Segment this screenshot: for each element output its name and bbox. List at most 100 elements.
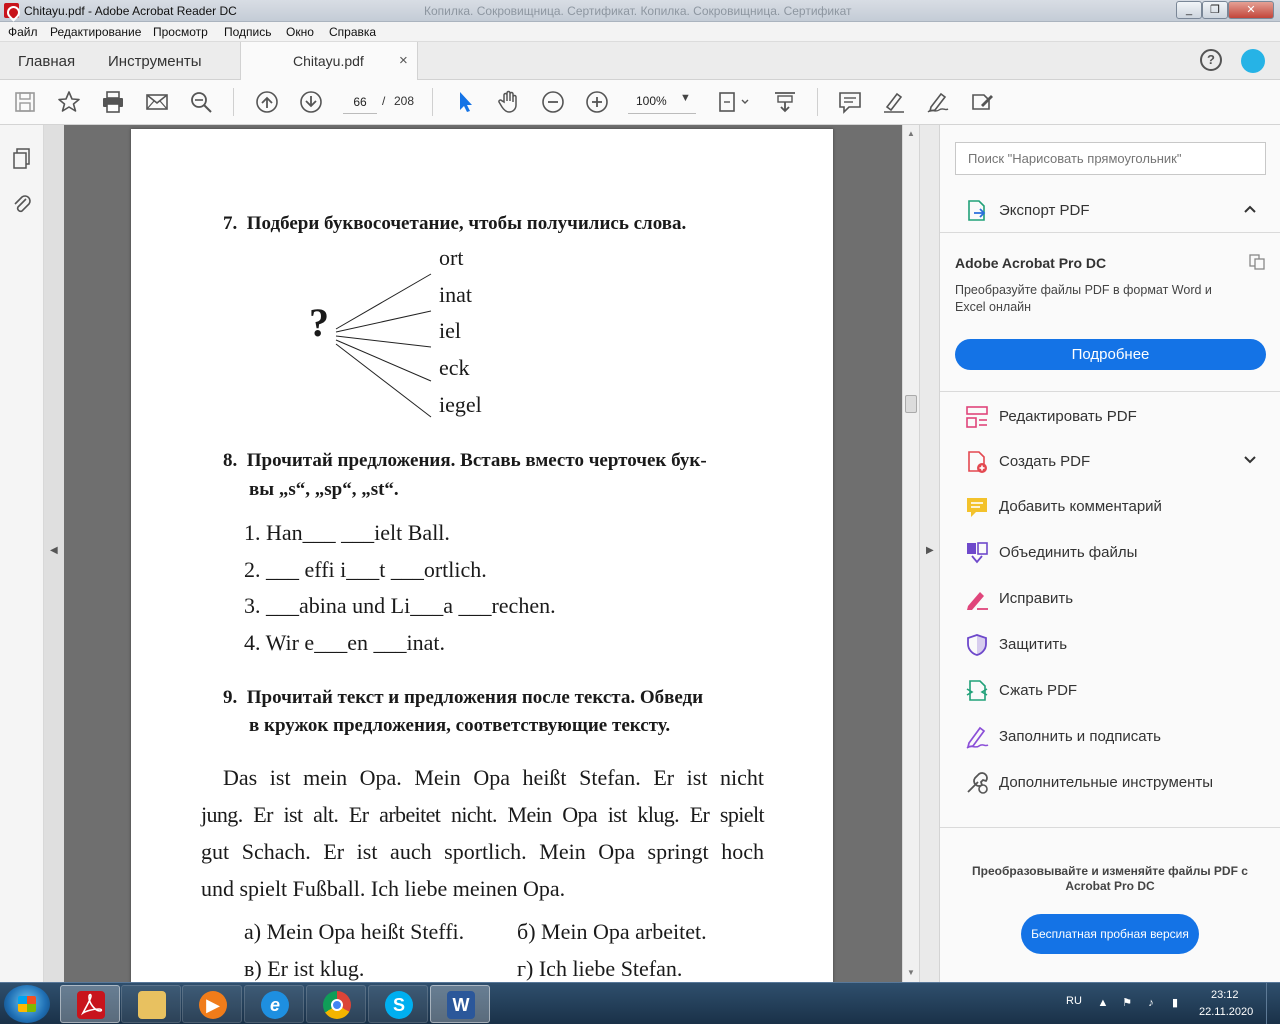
left-panel-toggle[interactable]: ◀ bbox=[44, 125, 64, 982]
attachment-paperclip-icon[interactable] bbox=[11, 192, 33, 216]
taskbar-media-player[interactable]: ▶ bbox=[182, 985, 242, 1023]
close-window-button[interactable]: ✕ bbox=[1228, 1, 1274, 19]
zoom-out-icon[interactable] bbox=[540, 89, 566, 115]
chevron-right-icon: ▶ bbox=[926, 545, 934, 556]
tool-compress-pdf[interactable]: Сжать PDF bbox=[940, 671, 1280, 711]
taskbar-chrome[interactable] bbox=[306, 985, 366, 1023]
scrollbar-thumb[interactable] bbox=[905, 395, 917, 413]
export-pdf-label: Экспорт PDF bbox=[999, 202, 1090, 219]
taskbar-explorer[interactable] bbox=[121, 985, 181, 1023]
chevron-down-icon[interactable] bbox=[1242, 452, 1258, 468]
fit-page-icon[interactable] bbox=[716, 89, 752, 115]
copy-icon[interactable] bbox=[1248, 253, 1266, 271]
tool-combine-files[interactable]: Объединить файлы bbox=[940, 533, 1280, 573]
network-icon[interactable]: ▮ bbox=[1168, 996, 1182, 1010]
exercise-9-heading: 9. Прочитай текст и предложения после те… bbox=[223, 687, 703, 709]
comment-icon[interactable] bbox=[837, 89, 863, 115]
exercise-number: 9. bbox=[223, 687, 238, 708]
account-icon[interactable] bbox=[1241, 49, 1265, 73]
tool-fill-sign[interactable]: Заполнить и подписать bbox=[940, 717, 1280, 757]
sign-icon[interactable] bbox=[925, 89, 951, 115]
taskbar-word[interactable]: W bbox=[430, 985, 490, 1023]
zoom-dropdown[interactable]: 100% ▼ bbox=[628, 90, 696, 114]
sentence-item: 4. Wir e___en ___inat. bbox=[244, 630, 445, 655]
page-up-icon[interactable] bbox=[254, 89, 280, 115]
reading-text: Das ist mein Opa. Mein Opa heißt Stefan.… bbox=[201, 759, 765, 907]
action-center-flag-icon[interactable]: ⚑ bbox=[1120, 996, 1134, 1010]
zoom-search-icon[interactable] bbox=[188, 89, 214, 115]
learn-more-button[interactable]: Подробнее bbox=[955, 339, 1266, 370]
email-icon[interactable] bbox=[144, 89, 170, 115]
tab-document[interactable]: Chitayu.pdf × bbox=[240, 42, 418, 81]
right-panel-toggle[interactable]: ▶ bbox=[919, 125, 939, 982]
scroll-mode-icon[interactable] bbox=[772, 89, 798, 115]
create-pdf-icon bbox=[965, 450, 989, 474]
show-desktop-button[interactable] bbox=[1266, 983, 1280, 1024]
tool-label: Объединить файлы bbox=[999, 544, 1138, 561]
menu-window[interactable]: Окно bbox=[286, 25, 314, 39]
clock-time[interactable]: 23:12 bbox=[1211, 989, 1239, 1001]
hand-tool-icon[interactable] bbox=[496, 89, 522, 115]
menu-help[interactable]: Справка bbox=[329, 25, 376, 39]
fill-sign-icon[interactable] bbox=[969, 89, 995, 115]
menu-view[interactable]: Просмотр bbox=[153, 25, 208, 39]
menu-sign[interactable]: Подпись bbox=[224, 25, 272, 39]
bookmark-star-icon[interactable] bbox=[56, 89, 82, 115]
print-icon[interactable] bbox=[100, 89, 126, 115]
scroll-up-icon[interactable]: ▲ bbox=[907, 129, 915, 138]
language-indicator[interactable]: RU bbox=[1066, 995, 1082, 1007]
page-thumbnails-icon[interactable] bbox=[11, 147, 33, 171]
menu-edit[interactable]: Редактирование bbox=[50, 25, 141, 39]
trial-promo-text: Преобразовывайте и изменяйте файлы PDF с… bbox=[972, 864, 1248, 893]
taskbar-skype[interactable]: S bbox=[368, 985, 428, 1023]
reading-text-line: gut Schach. Er ist auch sportlich. Mein … bbox=[201, 839, 764, 864]
save-icon[interactable] bbox=[12, 89, 38, 115]
sentence-item: 2. ___ effi i___t ___ortlich. bbox=[244, 557, 487, 582]
vertical-scrollbar[interactable]: ▲ ▼ bbox=[902, 125, 919, 982]
pdf-page: 7. Подбери буквосочетание, чтобы получил… bbox=[131, 129, 833, 982]
minimize-button[interactable]: _ bbox=[1176, 1, 1202, 19]
word-ending: iel bbox=[439, 318, 461, 343]
zoom-in-icon[interactable] bbox=[584, 89, 610, 115]
start-button[interactable] bbox=[4, 985, 50, 1023]
answer-option-v: в) Er ist klug. bbox=[244, 956, 365, 981]
help-icon[interactable]: ? bbox=[1200, 49, 1222, 71]
document-tab-label: Chitayu.pdf bbox=[293, 53, 364, 69]
main-toolbar: / 208 100% ▼ bbox=[0, 80, 1280, 125]
tool-fix[interactable]: Исправить bbox=[940, 579, 1280, 619]
clock-date[interactable]: 22.11.2020 bbox=[1199, 1006, 1253, 1018]
page-number-input[interactable] bbox=[343, 90, 377, 114]
chevron-up-icon[interactable] bbox=[1242, 201, 1258, 217]
select-arrow-icon[interactable] bbox=[452, 89, 478, 115]
close-tab-icon[interactable]: × bbox=[399, 52, 408, 69]
menu-file[interactable]: Файл bbox=[8, 25, 38, 39]
tool-search-input[interactable] bbox=[955, 142, 1266, 175]
export-pdf-icon bbox=[965, 199, 989, 223]
more-tools-wrench-icon bbox=[965, 771, 989, 795]
taskbar-acrobat[interactable] bbox=[60, 985, 120, 1023]
tool-protect[interactable]: Защитить bbox=[940, 625, 1280, 665]
exercise-heading-text: Прочитай текст и предложения после текст… bbox=[246, 687, 704, 708]
tab-home[interactable]: Главная bbox=[18, 53, 75, 70]
reading-text-line: jung. Er ist alt. Er arbeitet nicht. Mei… bbox=[201, 802, 765, 827]
left-navigation-rail bbox=[0, 125, 44, 982]
acrobat-app-icon bbox=[4, 3, 19, 18]
tab-tools[interactable]: Инструменты bbox=[108, 53, 202, 70]
taskbar-internet-explorer[interactable]: e bbox=[244, 985, 304, 1023]
highlight-icon[interactable] bbox=[881, 89, 907, 115]
tool-edit-pdf[interactable]: Редактировать PDF bbox=[940, 397, 1280, 437]
volume-icon[interactable]: ♪ bbox=[1144, 996, 1158, 1010]
document-viewport[interactable]: 7. Подбери буквосочетание, чтобы получил… bbox=[64, 125, 902, 982]
internet-explorer-icon: e bbox=[261, 991, 289, 1019]
compress-pdf-icon bbox=[965, 679, 989, 703]
tool-add-comment[interactable]: Добавить комментарий bbox=[940, 487, 1280, 527]
tool-create-pdf[interactable]: Создать PDF bbox=[940, 442, 1280, 482]
free-trial-button[interactable]: Бесплатная пробная версия bbox=[1021, 914, 1199, 954]
tool-more-tools[interactable]: Дополнительные инструменты bbox=[940, 763, 1280, 803]
page-down-icon[interactable] bbox=[298, 89, 324, 115]
maximize-button[interactable]: ❐ bbox=[1202, 1, 1228, 19]
tool-label: Сжать PDF bbox=[999, 682, 1078, 699]
tray-expand-icon[interactable]: ▲ bbox=[1096, 996, 1110, 1010]
export-pdf-item[interactable]: Экспорт PDF bbox=[940, 191, 1280, 231]
scroll-down-icon[interactable]: ▼ bbox=[907, 968, 915, 977]
